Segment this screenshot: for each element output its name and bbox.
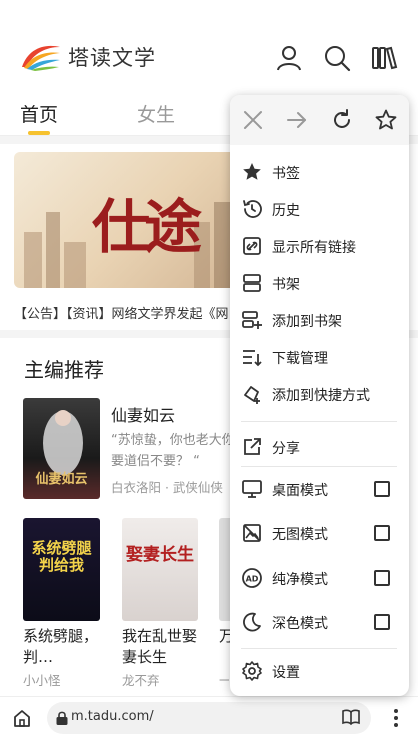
menu-item-add-shortcut[interactable]: 添加到快捷方式 — [272, 385, 370, 405]
desktop-mode-checkbox[interactable] — [374, 481, 390, 497]
shortcut-icon — [244, 386, 260, 404]
share-icon — [244, 438, 261, 455]
menu-item-no-image-mode[interactable]: 无图模式 — [272, 524, 328, 544]
logo-mark-icon — [22, 45, 60, 71]
no-image-icon — [243, 524, 261, 542]
home-icon[interactable] — [12, 708, 32, 728]
menu-item-share[interactable]: 分享 — [272, 438, 300, 458]
grid-book-title[interactable]: 我在乱世娶妻长生 — [122, 626, 206, 668]
dark-mode-checkbox[interactable] — [374, 614, 390, 630]
menu-item-desktop-mode[interactable]: 桌面模式 — [272, 480, 328, 500]
book-cover[interactable]: 系统劈腿判给我 — [23, 518, 100, 621]
cover-title: 系统劈腿判给我 — [31, 539, 92, 574]
banner-title: 仕途 — [92, 193, 202, 261]
book-cover[interactable]: 仙妻如云 — [23, 398, 100, 499]
menu-divider — [241, 648, 397, 649]
logo-text: 塔读文学 — [68, 46, 156, 70]
clean-mode-checkbox[interactable] — [374, 570, 390, 586]
site-logo[interactable]: 塔读文学 — [18, 41, 156, 73]
cover-title: 娶妻长生 — [126, 545, 194, 565]
site-header: 塔读文学 — [0, 0, 418, 92]
dark-mode-icon — [243, 612, 261, 632]
star-icon[interactable] — [374, 108, 398, 132]
bookshelf-nav-icon[interactable] — [370, 44, 398, 72]
menu-item-clean-mode[interactable]: 纯净模式 — [272, 569, 328, 589]
bookshelf-icon — [243, 274, 261, 292]
lock-icon — [56, 711, 68, 725]
add-to-bookshelf-icon — [242, 311, 262, 329]
grid-book-author: 小小怪 — [23, 673, 61, 688]
grid-book-author: 龙不弃 — [122, 673, 160, 688]
close-icon[interactable] — [241, 108, 265, 132]
menu-item-downloads[interactable]: 下载管理 — [272, 348, 328, 368]
grid-book-title[interactable]: 系统劈腿，判… — [23, 626, 107, 668]
url-text: m.tadu.com/ — [71, 709, 154, 724]
no-image-mode-checkbox[interactable] — [374, 525, 390, 541]
reader-mode-icon[interactable] — [341, 708, 361, 726]
book-cover[interactable]: 娶妻长生 — [122, 518, 198, 621]
tab-home[interactable]: 首页 — [20, 100, 58, 127]
active-tab-indicator — [28, 131, 50, 135]
search-icon[interactable] — [323, 44, 351, 72]
book-description: “苏惊蛰，你也老大你要道侣不要？ “ — [111, 433, 235, 469]
menu-item-show-links[interactable]: 显示所有链接 — [272, 237, 356, 257]
link-icon — [243, 237, 261, 255]
tab-female[interactable]: 女生 — [137, 100, 175, 127]
cover-title: 仙妻如云 — [35, 472, 88, 487]
settings-icon — [242, 661, 262, 681]
menu-item-bookshelf[interactable]: 书架 — [272, 274, 300, 294]
star-filled-icon — [243, 163, 261, 180]
section-title: 主编推荐 — [24, 358, 104, 382]
more-vert-icon[interactable] — [386, 706, 406, 730]
menu-item-add-to-bookshelf[interactable]: 添加到书架 — [272, 311, 342, 331]
book-title[interactable]: 仙妻如云 — [111, 402, 175, 426]
book-meta: 白衣洛阳 · 武侠仙侠 — [111, 480, 223, 495]
history-icon — [243, 200, 262, 218]
menu-item-dark-mode[interactable]: 深色模式 — [272, 613, 328, 633]
browser-page: 塔读文学 首页 女生 仕途 【公告】【资讯】网络文学界发起《网 主编推荐 仙妻如… — [0, 0, 418, 743]
user-icon[interactable] — [275, 44, 303, 72]
menu-item-settings[interactable]: 设置 — [272, 662, 300, 682]
menu-divider — [241, 466, 397, 467]
reload-icon[interactable] — [330, 108, 354, 132]
ad-block-icon: AD — [242, 568, 262, 588]
grid-book-author: 一 — [219, 673, 229, 688]
menu-item-history[interactable]: 历史 — [272, 200, 300, 220]
desktop-icon — [242, 480, 262, 498]
announcement-text[interactable]: 【公告】【资讯】网络文学界发起《网 — [14, 303, 229, 322]
forward-icon[interactable] — [285, 108, 309, 132]
svg-text:AD: AD — [246, 575, 259, 584]
download-icon — [243, 350, 262, 367]
menu-divider — [241, 421, 397, 422]
menu-item-bookmarks[interactable]: 书签 — [272, 163, 300, 183]
